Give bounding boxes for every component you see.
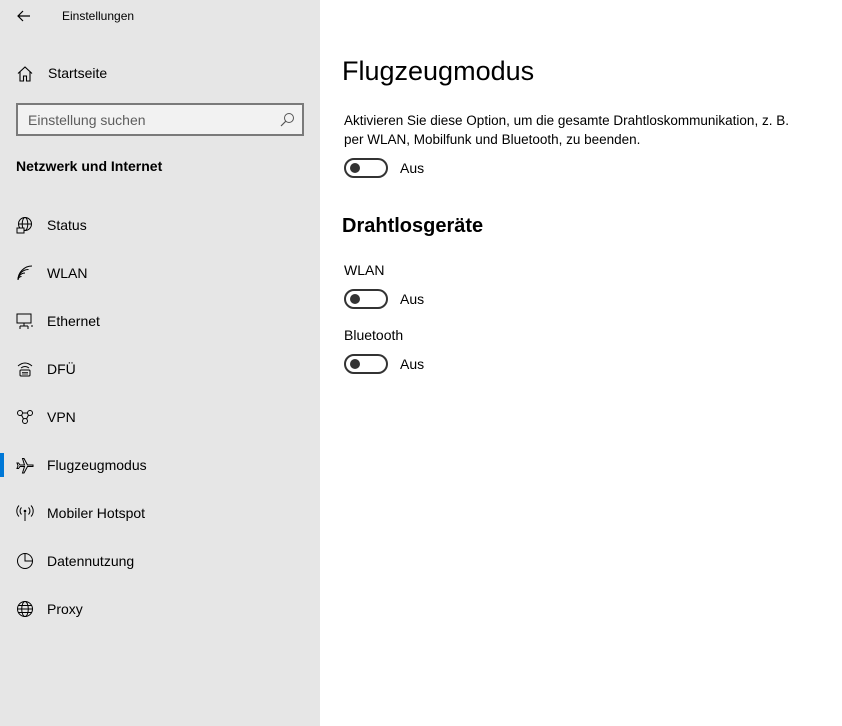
sidebar-item-wlan[interactable]: WLAN: [0, 249, 320, 297]
sidebar-item-dialup[interactable]: DFÜ: [0, 345, 320, 393]
airplane-mode-toggle[interactable]: [344, 158, 388, 178]
sidebar-item-label: Ethernet: [47, 313, 100, 329]
sidebar-item-label: Proxy: [47, 601, 83, 617]
sidebar-item-data-usage[interactable]: Datennutzung: [0, 537, 320, 585]
wifi-icon: [17, 265, 33, 281]
hotspot-icon: [16, 505, 34, 521]
settings-window: Einstellungen Startseite Netzwerk und In…: [0, 0, 842, 726]
toggle-knob: [350, 163, 360, 173]
globe-icon: [17, 601, 33, 617]
toggle-state-label: Aus: [400, 291, 425, 307]
search-box[interactable]: [16, 103, 304, 136]
airplane-icon: [16, 458, 34, 474]
wlan-label: WLAN: [344, 262, 385, 278]
airplane-mode-toggle-row: Aus: [344, 157, 424, 179]
wireless-devices-heading: Drahtlosgeräte: [342, 215, 484, 237]
sidebar-item-home[interactable]: Startseite: [0, 56, 320, 90]
sidebar-item-airplane-mode[interactable]: Flugzeugmodus: [0, 441, 320, 489]
home-icon: [17, 66, 33, 82]
sidebar-item-vpn[interactable]: VPN: [0, 393, 320, 441]
bluetooth-toggle-row: Aus: [344, 353, 424, 375]
app-title: Einstellungen: [62, 9, 135, 23]
section-heading: Netzwerk und Internet: [16, 158, 163, 174]
sidebar-item-label: WLAN: [47, 265, 88, 281]
search-icon[interactable]: [279, 112, 295, 128]
bluetooth-toggle[interactable]: [344, 354, 388, 374]
sidebar-item-mobile-hotspot[interactable]: Mobiler Hotspot: [0, 489, 320, 537]
globe-network-icon: [16, 217, 32, 234]
sidebar-item-label: Status: [47, 217, 87, 233]
sidebar-item-label: Startseite: [48, 65, 108, 81]
vpn-icon: [17, 410, 33, 424]
sidebar-item-proxy[interactable]: Proxy: [0, 585, 320, 633]
ethernet-icon: [16, 313, 33, 329]
sidebar: Einstellungen Startseite Netzwerk und In…: [0, 0, 320, 726]
sidebar-item-label: VPN: [47, 409, 76, 425]
sidebar-item-ethernet[interactable]: Ethernet: [0, 297, 320, 345]
sidebar-item-label: DFÜ: [47, 361, 76, 377]
toggle-knob: [350, 294, 360, 304]
toggle-state-label: Aus: [400, 356, 425, 372]
main-content: Flugzeugmodus Aktivieren Sie diese Optio…: [320, 0, 842, 726]
dialup-icon: [17, 362, 33, 377]
wlan-toggle-row: Aus: [344, 288, 424, 310]
title-bar: Einstellungen: [0, 0, 320, 32]
toggle-state-label: Aus: [400, 160, 425, 176]
search-input[interactable]: [18, 105, 268, 134]
description-text: Aktivieren Sie diese Option, um die gesa…: [344, 113, 789, 147]
sidebar-item-label: Datennutzung: [47, 553, 135, 569]
page-title: Flugzeugmodus: [342, 56, 535, 86]
sidebar-item-label: Flugzeugmodus: [47, 457, 147, 473]
toggle-knob: [350, 359, 360, 369]
wlan-toggle[interactable]: [344, 289, 388, 309]
selection-indicator: [0, 453, 4, 477]
sidebar-item-label: Mobiler Hotspot: [47, 505, 146, 521]
sidebar-item-status[interactable]: Status: [0, 201, 320, 249]
sidebar-nav: Status WLAN Ethernet DFÜ VPN Flugzeugmod…: [0, 201, 320, 633]
data-usage-icon: [17, 553, 33, 569]
back-arrow-icon: [17, 10, 30, 22]
back-button[interactable]: [10, 4, 38, 28]
bluetooth-label: Bluetooth: [344, 327, 404, 343]
